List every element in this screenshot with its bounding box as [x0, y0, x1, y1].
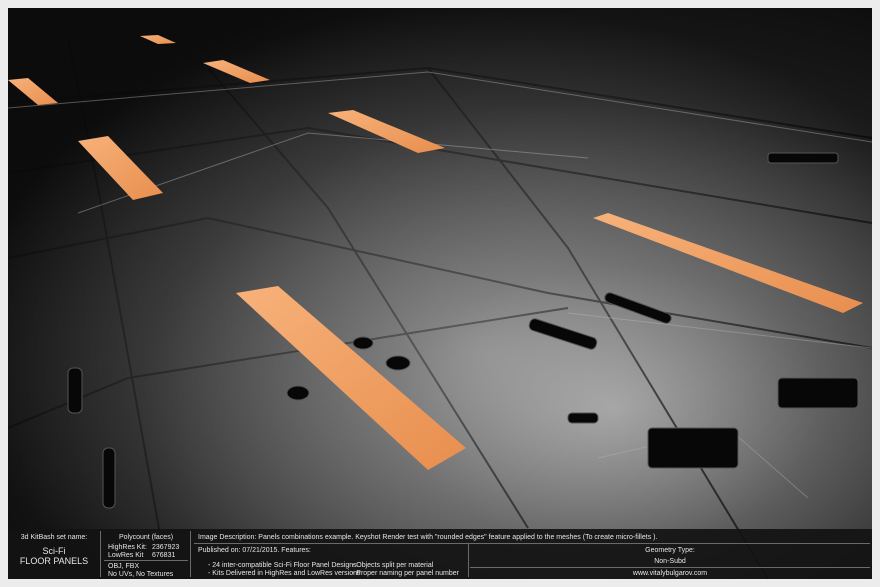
published-date: Published on: 07/21/2015. Features: [198, 547, 311, 554]
image-description: Image Description: Panels combinations e… [198, 534, 658, 541]
floor-panels-render [8, 8, 872, 579]
website-link[interactable]: www.vitalybulgarov.com [470, 569, 870, 578]
divider [470, 567, 870, 568]
info-bar: 3d KitBash set name: Sci-Fi FLOOR PANELS… [8, 529, 872, 579]
polycount-label: Polycount (faces) [118, 534, 174, 541]
render-image [8, 8, 872, 579]
feature-4: - Proper naming per panel number [352, 570, 460, 577]
divider [104, 560, 188, 561]
set-name-label: 3d KitBash set name: [20, 534, 88, 541]
geometry-type-label: Geometry Type: [645, 547, 695, 554]
lowres-value: 676831 [152, 552, 176, 559]
uvs-textures: No UVs, No Textures [108, 571, 174, 578]
set-name-line2: FLOOR PANELS [19, 556, 89, 566]
lowres-label: LowRes Kit [108, 552, 144, 559]
image-frame: 3d KitBash set name: Sci-Fi FLOOR PANELS… [0, 0, 880, 587]
divider [190, 531, 191, 577]
divider [100, 531, 101, 577]
divider [468, 544, 469, 577]
divider [194, 543, 870, 544]
geometry-type-value: Non-Subd [654, 558, 686, 565]
feature-2: - Kits Delivered in HighRes and LowRes v… [208, 570, 361, 577]
